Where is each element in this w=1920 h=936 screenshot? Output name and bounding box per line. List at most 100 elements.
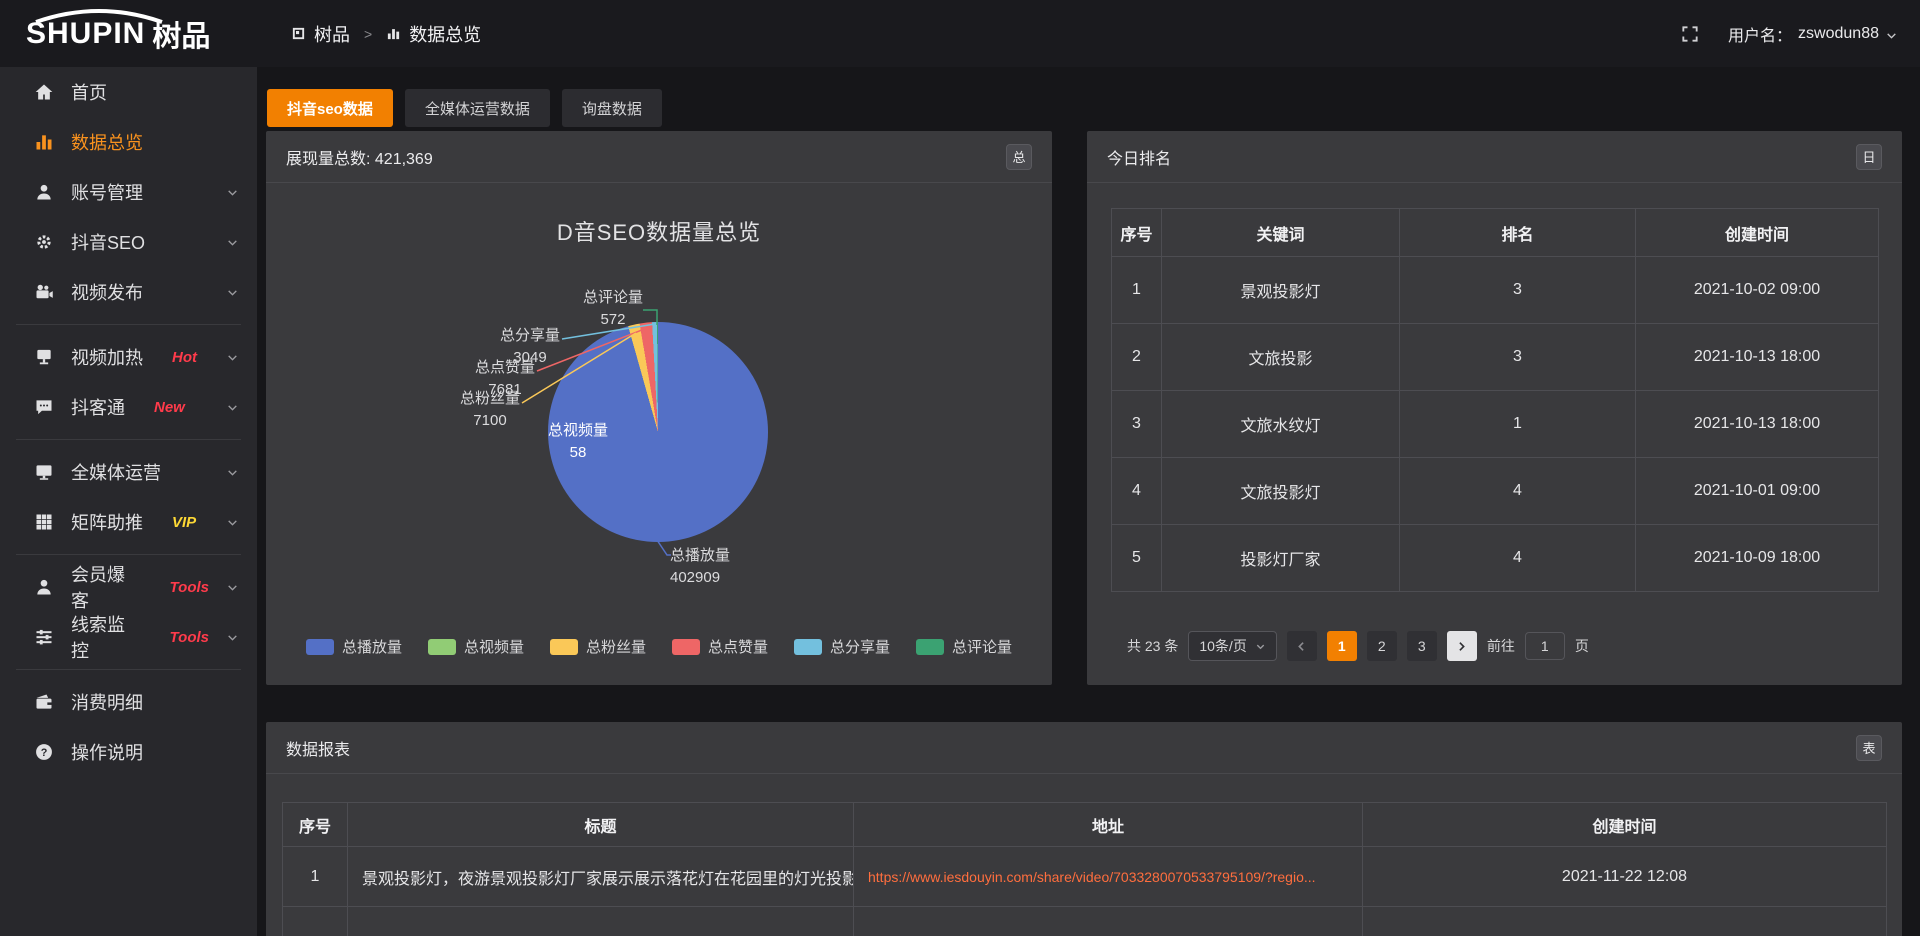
legend-label: 总视频量 bbox=[464, 636, 524, 657]
report-card: 数据报表 表 序号 标题 地址 创建时间 1 bbox=[266, 722, 1902, 936]
fullscreen-icon[interactable] bbox=[1680, 24, 1700, 44]
legend-item[interactable]: 总视频量 bbox=[428, 636, 524, 657]
legend-item[interactable]: 总播放量 bbox=[306, 636, 402, 657]
question-circle-icon: ? bbox=[34, 742, 54, 762]
legend-swatch bbox=[428, 639, 456, 655]
grid-icon bbox=[34, 512, 54, 532]
monitor-icon bbox=[34, 462, 54, 482]
day-badge-button[interactable]: 日 bbox=[1856, 144, 1882, 170]
legend-swatch bbox=[672, 639, 700, 655]
chevron-down-icon bbox=[1885, 29, 1898, 42]
user-label: 用户名： bbox=[1728, 22, 1792, 46]
sidebar-item-douyin-seo[interactable]: 抖音SEO bbox=[0, 217, 257, 267]
sidebar-divider bbox=[16, 554, 241, 555]
tab-inquiry-data[interactable]: 询盘数据 bbox=[562, 89, 662, 127]
legend-item[interactable]: 总分享量 bbox=[794, 636, 890, 657]
legend-label: 总播放量 bbox=[342, 636, 402, 657]
table-row: 2 文旅投影 3 2021-10-13 18:00 bbox=[1112, 324, 1879, 391]
table-row: 1 景观投影灯，夜游景观投影灯厂家展示展示落花灯在花园里的灯光投影应用效果 # … bbox=[283, 847, 1887, 907]
table-header-row: 序号 关键词 排名 创建时间 bbox=[1112, 209, 1879, 257]
main-content: 抖音seo数据 全媒体运营数据 询盘数据 展现量总数: 421,369 总 D音… bbox=[257, 67, 1920, 936]
svg-text:?: ? bbox=[41, 747, 48, 759]
goto-page-input[interactable]: 1 bbox=[1525, 632, 1565, 660]
cell-keyword: 文旅投影灯 bbox=[1162, 458, 1400, 525]
cell-time: 2021-10-09 18:00 bbox=[1636, 525, 1879, 592]
report-link[interactable]: https://www.iesdouyin.com/share/video/70… bbox=[854, 847, 1363, 907]
prev-page-button[interactable] bbox=[1287, 631, 1317, 661]
tools-badge: Tools bbox=[170, 579, 209, 596]
column-header-keyword: 关键词 bbox=[1162, 209, 1400, 257]
legend-label: 总点赞量 bbox=[708, 636, 768, 657]
next-page-button[interactable] bbox=[1447, 631, 1477, 661]
sidebar-item-video-heat[interactable]: 视频加热 Hot bbox=[0, 332, 257, 382]
page-button-1[interactable]: 1 bbox=[1327, 631, 1357, 661]
app: SHUPIN 树品 树品 > 数据总览 用户名： zswodun88 bbox=[0, 0, 1920, 936]
column-header-title: 标题 bbox=[348, 803, 854, 847]
sidebar-item-data-overview[interactable]: 数据总览 bbox=[0, 117, 257, 167]
user-icon bbox=[34, 577, 54, 597]
legend-item[interactable]: 总评论量 bbox=[916, 636, 1012, 657]
sidebar-item-video-publish[interactable]: 视频发布 bbox=[0, 267, 257, 317]
sidebar-item-douketong[interactable]: 抖客通 New bbox=[0, 382, 257, 432]
legend-item[interactable]: 总粉丝量 bbox=[550, 636, 646, 657]
sidebar-divider bbox=[16, 324, 241, 325]
chevron-down-icon bbox=[226, 466, 239, 479]
sidebar-item-home[interactable]: 首页 bbox=[0, 67, 257, 117]
tab-media-operation-data[interactable]: 全媒体运营数据 bbox=[405, 89, 550, 127]
table-row: 1 景观投影灯 3 2021-10-02 09:00 bbox=[1112, 257, 1879, 324]
page-button-3[interactable]: 3 bbox=[1407, 631, 1437, 661]
page-button-2[interactable]: 2 bbox=[1367, 631, 1397, 661]
hot-badge: Hot bbox=[172, 349, 197, 366]
table-row: 4 文旅投影灯 4 2021-10-01 09:00 bbox=[1112, 458, 1879, 525]
sidebar-item-member[interactable]: 会员爆客 Tools bbox=[0, 562, 257, 612]
column-header-seq: 序号 bbox=[1112, 209, 1162, 257]
breadcrumb-current: 数据总览 bbox=[409, 21, 481, 47]
chevron-down-icon bbox=[226, 186, 239, 199]
chevron-down-icon bbox=[1255, 641, 1266, 652]
page-size-select[interactable]: 10条/页 bbox=[1188, 631, 1276, 661]
cell-keyword: 景观投影灯 bbox=[1162, 257, 1400, 324]
cell-seq: 5 bbox=[1112, 525, 1162, 592]
legend-label: 总评论量 bbox=[952, 636, 1012, 657]
legend-item[interactable]: 总点赞量 bbox=[672, 636, 768, 657]
sidebar-item-matrix-boost[interactable]: 矩阵助推 VIP bbox=[0, 497, 257, 547]
tab-douyin-seo-data[interactable]: 抖音seo数据 bbox=[267, 89, 393, 127]
chevron-down-icon bbox=[226, 286, 239, 299]
chevron-down-icon bbox=[226, 631, 239, 644]
table-badge-button[interactable]: 表 bbox=[1856, 735, 1882, 761]
table-row: 3 文旅水纹灯 1 2021-10-13 18:00 bbox=[1112, 391, 1879, 458]
report-table: 序号 标题 地址 创建时间 1 景观投影灯，夜游景观投影灯厂家展示展示落花灯在花… bbox=[282, 802, 1887, 936]
user-name: zswodun88 bbox=[1798, 25, 1879, 43]
sidebar-item-consumption[interactable]: 消费明细 bbox=[0, 677, 257, 727]
column-header-time: 创建时间 bbox=[1636, 209, 1879, 257]
sidebar-item-clue-monitor[interactable]: 线索监控 Tools bbox=[0, 612, 257, 662]
cell-rank: 4 bbox=[1400, 458, 1636, 525]
vip-badge: VIP bbox=[172, 514, 196, 531]
logo: SHUPIN 树品 bbox=[0, 13, 257, 55]
top-header: SHUPIN 树品 树品 > 数据总览 用户名： zswodun88 bbox=[0, 0, 1920, 67]
breadcrumb-root[interactable]: 树品 bbox=[314, 21, 350, 47]
pie-label-fans: 总粉丝量 7100 bbox=[460, 388, 520, 432]
column-header-rank: 排名 bbox=[1400, 209, 1636, 257]
cell-time: 2021-11-22 12:08 bbox=[1363, 847, 1887, 907]
sidebar-item-instructions[interactable]: ? 操作说明 bbox=[0, 727, 257, 777]
sidebar-item-account[interactable]: 账号管理 bbox=[0, 167, 257, 217]
overview-card: 展现量总数: 421,369 总 D音SEO数据量总览 总评论量 572 总分享… bbox=[266, 131, 1052, 685]
total-badge-button[interactable]: 总 bbox=[1006, 144, 1032, 170]
overview-title: 展现量总数: 421,369 bbox=[286, 145, 433, 169]
chat-bubble-icon bbox=[34, 397, 54, 417]
breadcrumb-separator: > bbox=[364, 26, 372, 42]
sidebar-item-media-operation[interactable]: 全媒体运营 bbox=[0, 447, 257, 497]
table-row-partial bbox=[283, 907, 1887, 936]
chevron-down-icon bbox=[226, 516, 239, 529]
goto-label: 前往 bbox=[1487, 636, 1515, 656]
cell-rank: 3 bbox=[1400, 257, 1636, 324]
user-menu[interactable]: 用户名： zswodun88 bbox=[1728, 22, 1898, 46]
cell-seq: 1 bbox=[1112, 257, 1162, 324]
pie-label-videos: 总视频量 58 bbox=[543, 420, 613, 464]
column-header-seq: 序号 bbox=[283, 803, 348, 847]
cell-rank: 4 bbox=[1400, 525, 1636, 592]
table-row: 5 投影灯厂家 4 2021-10-09 18:00 bbox=[1112, 525, 1879, 592]
legend-label: 总分享量 bbox=[830, 636, 890, 657]
ranking-title: 今日排名 bbox=[1107, 145, 1171, 169]
